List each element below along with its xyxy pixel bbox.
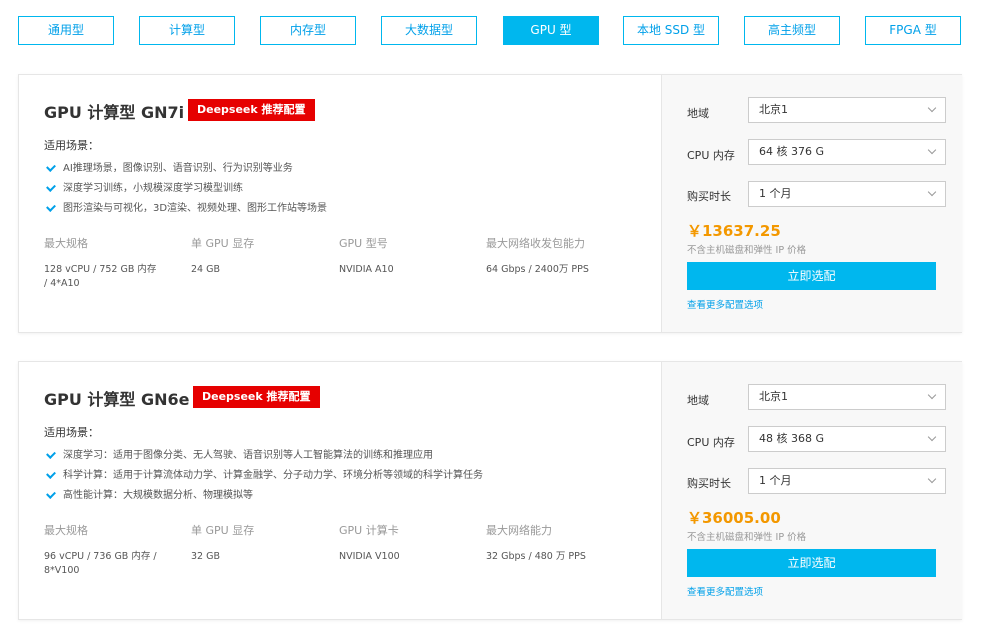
price: ￥13637.25 [687, 222, 781, 240]
scene-label: 适用场景： [44, 426, 99, 439]
spec-max: 最大规格 96 vCPU / 736 GB 内存 / 8*V100 [44, 524, 162, 578]
chevron-down-icon [927, 103, 937, 113]
spec-label: 单 GPU 显存 [191, 524, 255, 537]
spec-gpu-memory: 单 GPU 显存 32 GB [191, 524, 331, 564]
region-value: 北京1 [759, 103, 788, 116]
more-options-link[interactable]: 查看更多配置选项 [687, 297, 763, 311]
list-item: 高性能计算：大规模数据分析、物理模拟等 [44, 486, 483, 506]
spec-gpu-memory: 单 GPU 显存 24 GB [191, 237, 331, 277]
buy-button[interactable]: 立即选配 [687, 262, 936, 290]
duration-label: 购买时长 [687, 190, 731, 203]
check-icon [46, 469, 56, 479]
duration-value: 1 个月 [759, 474, 792, 487]
tab-general[interactable]: 通用型 [18, 16, 114, 45]
tab-high-frequency[interactable]: 高主频型 [744, 16, 840, 45]
spec-network: 最大网络能力 32 Gbps / 480 万 PPS [486, 524, 656, 564]
tab-local-ssd[interactable]: 本地 SSD 型 [623, 16, 719, 45]
product-title: GPU 计算型 GN6e [44, 390, 190, 409]
scene-text: AI推理场景，图像识别、语音识别、行为识别等业务 [63, 163, 293, 174]
spec-value: 32 GB [191, 551, 220, 562]
more-options-link[interactable]: 查看更多配置选项 [687, 584, 763, 598]
region-label: 地域 [687, 394, 709, 407]
cpu-memory-label: CPU 内存 [687, 436, 735, 449]
spec-value: 96 vCPU / 736 GB 内存 / 8*V100 [44, 551, 157, 576]
spec-label: 最大网络能力 [486, 524, 552, 537]
scene-label: 适用场景： [44, 139, 99, 152]
region-label: 地域 [687, 107, 709, 120]
duration-value: 1 个月 [759, 187, 792, 200]
spec-label: 最大规格 [44, 237, 88, 250]
chevron-down-icon [927, 145, 937, 155]
tab-compute[interactable]: 计算型 [139, 16, 235, 45]
duration-select[interactable]: 1 个月 [748, 181, 946, 207]
spec-value: 32 Gbps / 480 万 PPS [486, 551, 586, 562]
region-value: 北京1 [759, 390, 788, 403]
scene-list: AI推理场景，图像识别、语音识别、行为识别等业务 深度学习训练，小规模深度学习模… [44, 159, 327, 219]
check-icon [46, 182, 56, 192]
chevron-down-icon [927, 474, 937, 484]
card-info: GPU 计算型 GN7i Deepseek 推荐配置 适用场景： AI推理场景，… [19, 75, 660, 332]
spec-network: 最大网络收发包能力 64 Gbps / 2400万 PPS [486, 237, 656, 277]
cpu-memory-value: 48 核 368 G [759, 432, 825, 445]
spec-label: GPU 型号 [339, 237, 388, 250]
scene-text: 图形渲染与可视化，3D渲染、视频处理、图形工作站等场景 [63, 203, 328, 214]
cpu-memory-select[interactable]: 48 核 368 G [748, 426, 946, 452]
price-note: 不含主机磁盘和弹性 IP 价格 [687, 532, 807, 543]
chevron-down-icon [927, 390, 937, 400]
chevron-down-icon [927, 432, 937, 442]
spec-value: 64 Gbps / 2400万 PPS [486, 264, 589, 275]
region-select[interactable]: 北京1 [748, 97, 946, 123]
instance-type-tabs: 通用型 计算型 内存型 大数据型 GPU 型 本地 SSD 型 高主频型 FPG… [18, 16, 961, 45]
spec-value: NVIDIA V100 [339, 551, 400, 562]
spec-label: 最大网络收发包能力 [486, 237, 585, 250]
duration-select[interactable]: 1 个月 [748, 468, 946, 494]
price-note: 不含主机磁盘和弹性 IP 价格 [687, 245, 807, 256]
spec-value: 24 GB [191, 264, 220, 275]
recommend-badge: Deepseek 推荐配置 [193, 386, 320, 408]
buy-button[interactable]: 立即选配 [687, 549, 936, 577]
tab-memory[interactable]: 内存型 [260, 16, 356, 45]
list-item: 科学计算：适用于计算流体动力学、计算金融学、分子动力学、环境分析等领域的科学计算… [44, 466, 483, 486]
check-icon [46, 202, 56, 212]
check-icon [46, 449, 56, 459]
list-item: AI推理场景，图像识别、语音识别、行为识别等业务 [44, 159, 327, 179]
card-purchase-panel: 地域 北京1 CPU 内存 64 核 376 G 购买时长 1 个月 ￥1363… [661, 75, 962, 332]
card-purchase-panel: 地域 北京1 CPU 内存 48 核 368 G 购买时长 1 个月 ￥3600… [661, 362, 962, 619]
scene-text: 深度学习：适用于图像分类、无人驾驶、语音识别等人工智能算法的训练和推理应用 [63, 450, 433, 461]
list-item: 深度学习训练，小规模深度学习模型训练 [44, 179, 327, 199]
spec-value: NVIDIA A10 [339, 264, 394, 275]
card-info: GPU 计算型 GN6e Deepseek 推荐配置 适用场景： 深度学习：适用… [19, 362, 660, 619]
price: ￥36005.00 [687, 509, 781, 527]
duration-label: 购买时长 [687, 477, 731, 490]
scene-text: 科学计算：适用于计算流体动力学、计算金融学、分子动力学、环境分析等领域的科学计算… [63, 470, 483, 481]
tab-gpu[interactable]: GPU 型 [503, 16, 599, 45]
product-card-gn7i: GPU 计算型 GN7i Deepseek 推荐配置 适用场景： AI推理场景，… [18, 74, 962, 333]
scene-text: 高性能计算：大规模数据分析、物理模拟等 [63, 490, 253, 501]
list-item: 图形渲染与可视化，3D渲染、视频处理、图形工作站等场景 [44, 199, 327, 219]
spec-max: 最大规格 128 vCPU / 752 GB 内存 / 4*A10 [44, 237, 162, 291]
check-icon [46, 489, 56, 499]
scene-list: 深度学习：适用于图像分类、无人驾驶、语音识别等人工智能算法的训练和推理应用 科学… [44, 446, 483, 506]
cpu-memory-select[interactable]: 64 核 376 G [748, 139, 946, 165]
spec-value: 128 vCPU / 752 GB 内存 / 4*A10 [44, 264, 157, 289]
spec-label: 单 GPU 显存 [191, 237, 255, 250]
recommend-badge: Deepseek 推荐配置 [188, 99, 315, 121]
region-select[interactable]: 北京1 [748, 384, 946, 410]
check-icon [46, 162, 56, 172]
spec-label: GPU 计算卡 [339, 524, 399, 537]
scene-text: 深度学习训练，小规模深度学习模型训练 [63, 183, 243, 194]
tab-big-data[interactable]: 大数据型 [381, 16, 477, 45]
cpu-memory-value: 64 核 376 G [759, 145, 825, 158]
spec-gpu-card: GPU 计算卡 NVIDIA V100 [339, 524, 479, 564]
chevron-down-icon [927, 187, 937, 197]
tab-fpga[interactable]: FPGA 型 [865, 16, 961, 45]
product-title: GPU 计算型 GN7i [44, 103, 185, 122]
spec-label: 最大规格 [44, 524, 88, 537]
product-card-gn6e: GPU 计算型 GN6e Deepseek 推荐配置 适用场景： 深度学习：适用… [18, 361, 962, 620]
spec-gpu-model: GPU 型号 NVIDIA A10 [339, 237, 479, 277]
list-item: 深度学习：适用于图像分类、无人驾驶、语音识别等人工智能算法的训练和推理应用 [44, 446, 483, 466]
cpu-memory-label: CPU 内存 [687, 149, 735, 162]
